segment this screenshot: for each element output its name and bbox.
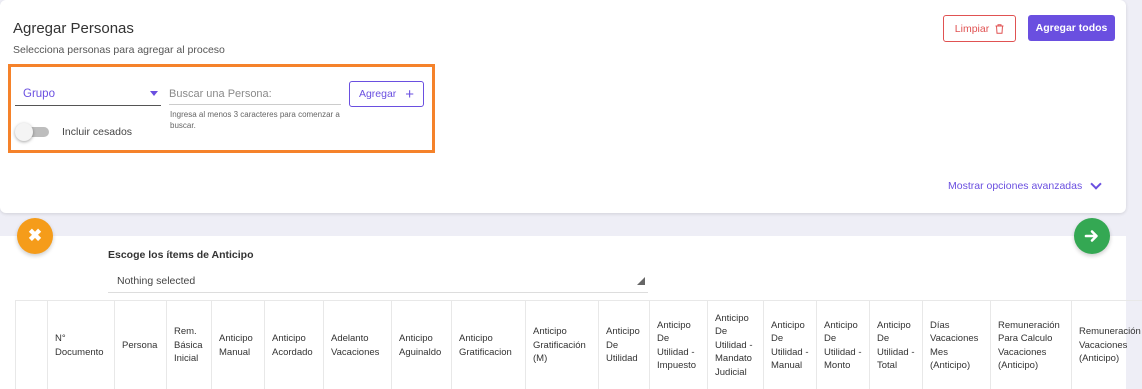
add-all-button[interactable]: Agregar todos [1028,15,1115,41]
table-header: Anticipo Gratificacion [451,301,525,389]
group-select[interactable]: Grupo [15,82,161,106]
dropdown-corner-icon [637,277,645,285]
table-header: Anticipo De Utilidad - Impuesto [649,301,707,389]
group-select-label: Grupo [23,88,55,100]
clear-button-label: Limpiar [954,22,990,35]
page-title: Agregar Personas [13,20,134,37]
arrow-right-icon [1084,230,1098,242]
advanced-options-label: Mostrar opciones avanzadas [948,180,1083,192]
table-header: N° Documento [47,301,114,389]
cancel-button[interactable]: ✖ [17,218,53,254]
persons-table: N° Documento Persona Rem. Básica Inicial… [15,300,1142,389]
trash-icon [995,23,1004,34]
add-persons-card: Agregar Personas Selecciona personas par… [0,0,1126,213]
table-header: Anticipo De Utilidad [598,301,649,389]
table-header: Anticipo Aguinaldo [391,301,451,389]
table-header: Anticipo De Utilidad - Mandato Judicial [707,301,763,389]
items-select[interactable]: Nothing selected [108,269,648,293]
table-header: Anticipo Gratificación (M) [525,301,598,389]
items-select-value: Nothing selected [117,275,196,287]
clear-button[interactable]: Limpiar [943,15,1016,42]
table-header: Persona [114,301,166,389]
search-hint: Ingresa al menos 3 caracteres para comen… [170,110,340,130]
page-subtitle: Selecciona personas para agregar al proc… [13,44,225,56]
table-header: Rem. Básica Inicial [166,301,211,389]
search-input[interactable] [169,83,341,105]
advanced-options-link[interactable]: Mostrar opciones avanzadas [948,178,1102,192]
table-header: Anticipo Manual [211,301,264,389]
table-header: Anticipo De Utilidad - Manual [763,301,816,389]
table-header: Adelanto Vacaciones [323,301,391,389]
include-ceased-toggle[interactable] [15,123,49,141]
table-header: Anticipo De Utilidad - Monto [816,301,869,389]
table-header: Anticipo De Utilidad - Total [869,301,922,389]
next-button[interactable] [1074,218,1110,254]
plus-icon: + [405,85,415,103]
add-button-label: Agregar [358,88,397,100]
table-header: Anticipo Acordado [264,301,323,389]
table-header: Remuneración Para Calculo Vacaciones (An… [990,301,1071,389]
table-header-select [15,301,47,389]
include-ceased-label: Incluir cesados [62,126,133,138]
table-header: Remuneración Vacaciones (Anticipo) [1071,301,1142,389]
close-icon: ✖ [27,226,43,245]
table-header: Días Vacaciones Mes (Anticipo) [922,301,990,389]
add-button[interactable]: Agregar + [349,81,424,107]
items-select-label: Escoge los ítems de Anticipo [108,249,254,261]
caret-down-icon [150,91,158,96]
toggle-knob [15,123,33,141]
chevron-down-icon [1090,178,1102,190]
